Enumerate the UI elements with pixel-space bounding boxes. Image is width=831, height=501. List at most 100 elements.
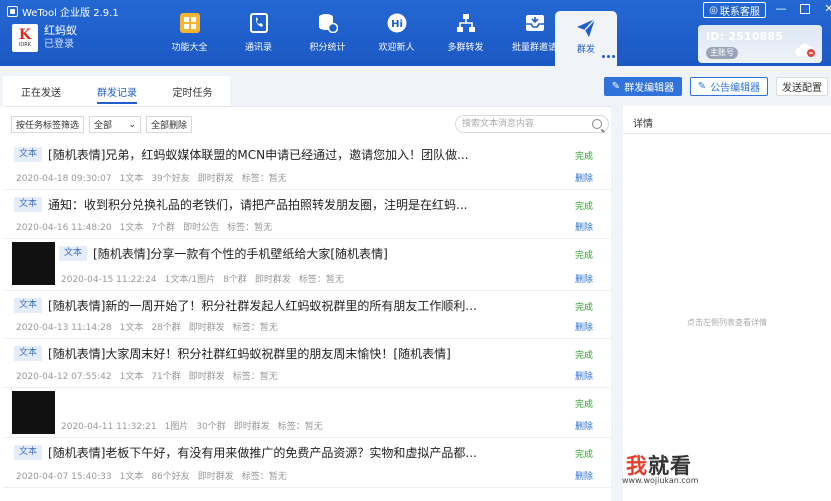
minimize-icon[interactable]: — — [774, 2, 788, 16]
status-badge: 完成 — [574, 251, 593, 261]
window-controls: — ✕ — [774, 2, 831, 16]
meta-field: 即时群发 — [197, 174, 234, 184]
meta-field: 28个群 — [151, 323, 181, 333]
avatar[interactable]: K IDRK — [12, 24, 38, 52]
tab-send-records[interactable]: 群发记录 — [79, 76, 155, 106]
meta-field: 1文本 — [119, 472, 144, 482]
nav-item-features[interactable]: 功能大全 — [155, 12, 224, 58]
record-meta: 2020-04-15 11:22:24 1文本/1图片 8个群 即时群发 标签：暂无 — [61, 272, 352, 285]
nav-item-welcome[interactable]: Hi 欢迎新人 — [362, 12, 431, 58]
meta-field: 71个群 — [151, 372, 181, 382]
delete-link[interactable]: 删除 — [575, 320, 593, 333]
nav-item-contacts[interactable]: 通讯录 — [224, 12, 293, 58]
nav-item-points[interactable]: 积分统计 — [293, 12, 362, 58]
account-card[interactable]: ID: 2510885 主账号 — [698, 25, 822, 63]
detail-panel: 详情 点击左侧列表查看详情 — [623, 106, 831, 501]
tab-scheduled[interactable]: 定时任务 — [155, 76, 230, 106]
phone-book-icon — [248, 12, 270, 34]
meta-field: 1文本 — [119, 372, 144, 382]
list-item[interactable]: 文本 [随机表情]老板下午好，有没有用来做推广的免费产品资源？实物和虚拟产品都..… — [3, 438, 611, 488]
record-title: 文本 [随机表情]老板下午好，有没有用来做推广的免费产品资源？实物和虚拟产品都..… — [14, 444, 477, 461]
type-tag: 文本 — [14, 298, 43, 313]
delete-link[interactable]: 删除 — [575, 469, 593, 482]
search-placeholder: 搜索文本消息内容 — [462, 119, 535, 129]
mass-editor-label: 群发编辑器 — [624, 83, 675, 94]
meta-field: 即时群发 — [188, 372, 225, 382]
meta-field: 标签：暂无 — [241, 174, 287, 184]
tag-select[interactable]: 全部 ⌄ — [89, 116, 142, 133]
status-badge: 完成 — [574, 351, 593, 361]
record-meta: 2020-04-18 09:30:07 1文本 39个好友 即时群发 标签：暂无 — [16, 171, 295, 184]
meta-field: 7个群 — [151, 223, 176, 233]
watermark-url: www.wojiukan.com — [622, 476, 699, 485]
nav-label: 通讯录 — [244, 43, 272, 53]
meta-field: 86个好友 — [151, 472, 190, 482]
nav-label: 积分统计 — [309, 43, 346, 53]
nav-label: 功能大全 — [171, 43, 208, 53]
more-options-icon[interactable] — [602, 55, 615, 58]
user-name: 红蚂蚁 — [44, 24, 77, 37]
notice-editor-button[interactable]: ✎ 公告编辑器 — [690, 77, 768, 96]
filter-row: 按任务标签筛选 全部 ⌄ 全部删除 — [11, 116, 193, 133]
coins-icon — [317, 12, 339, 34]
type-tag: 文本 — [59, 246, 88, 261]
meta-field: 30个群 — [196, 422, 226, 432]
meta-field: 39个好友 — [151, 174, 190, 184]
image-thumbnail[interactable] — [12, 242, 55, 285]
avatar-logo-text: K — [18, 27, 32, 43]
nav-label: 多群转发 — [447, 43, 484, 53]
tag-filter-button[interactable]: 按任务标签筛选 — [11, 116, 85, 133]
meta-field: 2020-04-15 11:22:24 — [61, 275, 157, 285]
network-icon — [455, 12, 477, 34]
meta-field: 即时群发 — [197, 472, 234, 482]
main-nav: 功能大全 通讯录 积分统计 Hi 欢迎新人 多群转发 批量群邀请 — [155, 12, 569, 58]
chevron-down-icon: ⌄ — [128, 119, 137, 130]
meta-field: 标签：暂无 — [232, 323, 278, 333]
tab-sending[interactable]: 正在发送 — [3, 76, 79, 106]
status-badge: 完成 — [574, 303, 593, 313]
detail-empty-hint: 点击左侧列表查看详情 — [687, 318, 767, 327]
image-thumbnail[interactable] — [12, 391, 55, 434]
nav-label: 批量群邀请 — [511, 43, 557, 53]
meta-field: 即时群发 — [233, 422, 270, 432]
list-item[interactable]: 文本 [随机表情]新的一周开始了！积分社群发起人红蚂蚁祝群里的所有朋友工作顺利..… — [3, 291, 611, 339]
meta-field: 标签：暂无 — [232, 372, 278, 382]
type-tag: 文本 — [14, 197, 43, 212]
maximize-icon[interactable] — [800, 4, 810, 14]
record-text: [随机表情]兄弟，红蚂蚁媒体联盟的MCN申请已经通过，邀请您加入！团队做... — [48, 148, 469, 162]
delete-all-button[interactable]: 全部删除 — [146, 116, 193, 133]
contact-service-button[interactable]: ◎ 联系客服 — [703, 2, 766, 18]
detail-title: 详情 — [633, 119, 653, 130]
meta-field: 标签：暂无 — [227, 223, 273, 233]
delete-link[interactable]: 删除 — [575, 220, 593, 233]
tag-select-value: 全部 — [94, 121, 113, 131]
meta-field: 标签：暂无 — [298, 275, 344, 285]
delete-link[interactable]: 删除 — [575, 272, 593, 285]
search-icon[interactable] — [592, 119, 602, 129]
list-item[interactable]: 文本 [随机表情]大家周末好！积分社群红蚂蚁祝群里的朋友周末愉快！[随机表情] 20… — [3, 339, 611, 388]
panel-divider — [611, 106, 623, 501]
send-config-button[interactable]: 发送配置 — [776, 77, 828, 96]
edit-icon: ✎ — [611, 81, 621, 92]
nav-item-multi-forward[interactable]: 多群转发 — [431, 12, 500, 58]
delete-link[interactable]: 删除 — [575, 419, 593, 432]
title-bar: WeTool 企业版 2.9.1 K IDRK 红蚂蚁 已登录 功能大全 通讯录 — [0, 0, 831, 66]
list-item[interactable]: 文本 通知：收到积分兑换礼品的老铁们，请把产品拍照转发朋友圈，注明是在红蚂... 2… — [3, 190, 611, 239]
records-list: 文本 [随机表情]兄弟，红蚂蚁媒体联盟的MCN申请已经通过，邀请您加入！团队做..… — [3, 140, 611, 488]
list-item[interactable]: 文本 [随机表情]兄弟，红蚂蚁媒体联盟的MCN申请已经通过，邀请您加入！团队做..… — [3, 140, 611, 190]
record-meta: 2020-04-13 11:14:28 1文本 28个群 即时群发 标签：暂无 — [16, 320, 286, 333]
delete-link[interactable]: 删除 — [575, 369, 593, 382]
close-icon[interactable]: ✕ — [822, 2, 831, 16]
delete-link[interactable]: 删除 — [575, 171, 593, 184]
account-id: ID: 2510885 — [706, 30, 784, 43]
nav-label: 群发 — [576, 45, 595, 55]
status-badge: 完成 — [574, 400, 593, 410]
list-item[interactable]: 2020-04-11 11:32:21 1图片 30个群 即时群发 标签：暂无 完成 删除 — [3, 388, 611, 438]
type-tag: 文本 — [14, 147, 43, 162]
cloud-icon — [795, 43, 816, 57]
user-profile[interactable]: K IDRK 红蚂蚁 已登录 — [12, 24, 77, 52]
list-item[interactable]: 文本 [随机表情]分享一款有个性的手机壁纸给大家[随机表情] 2020-04-15 … — [3, 239, 611, 291]
search-input[interactable]: 搜索文本消息内容 — [455, 115, 609, 133]
mass-editor-button[interactable]: ✎ 群发编辑器 — [604, 77, 682, 96]
record-meta: 2020-04-12 07:55:42 1文本 71个群 即时群发 标签：暂无 — [16, 369, 286, 382]
